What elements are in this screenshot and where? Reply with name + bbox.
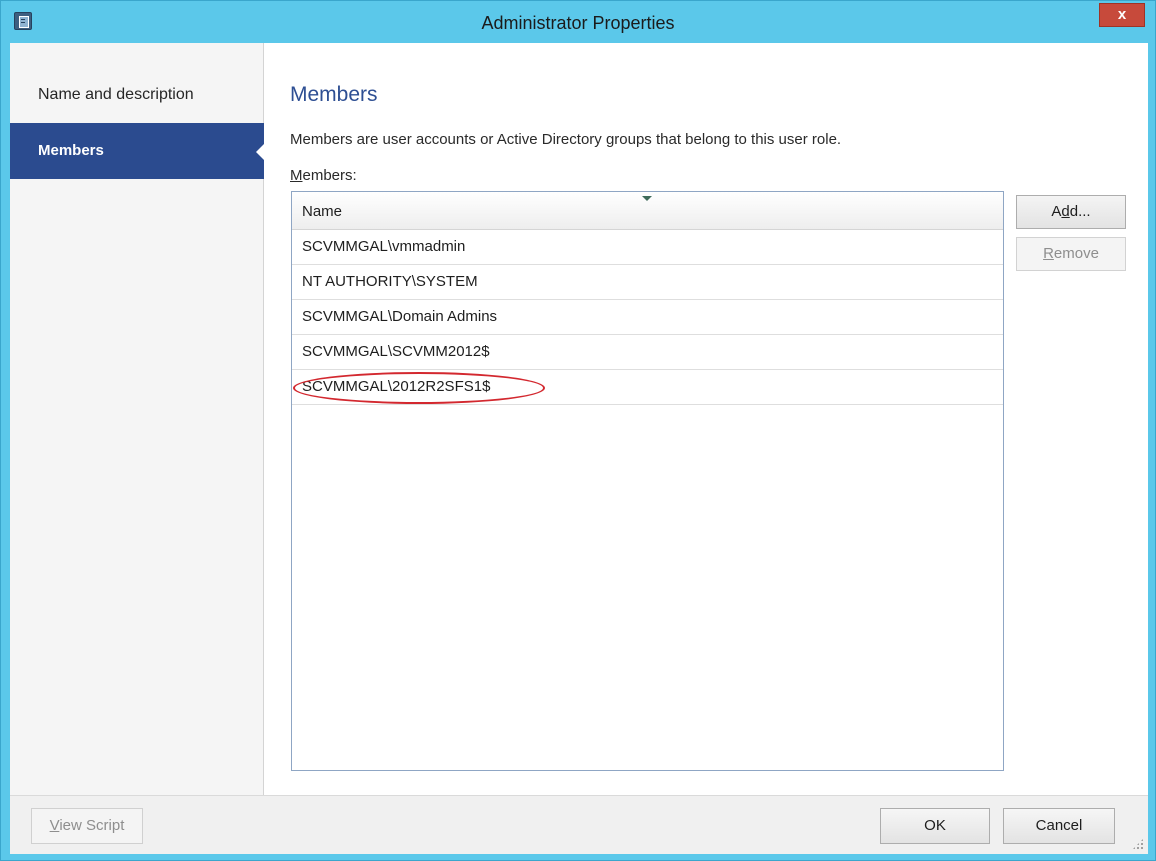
dialog-client-area: Name and description Members Members Mem…: [10, 43, 1148, 854]
table-row[interactable]: SCVMMGAL\Domain Admins: [292, 300, 1003, 335]
dialog-footer: View Script OK Cancel: [10, 795, 1148, 854]
dialog-window: Administrator Properties x Name and desc…: [0, 0, 1156, 861]
view-script-label: iew Script: [59, 817, 125, 834]
cancel-button[interactable]: Cancel: [1003, 808, 1115, 844]
resize-grip-icon[interactable]: [1132, 838, 1144, 850]
add-button-accelerator: d: [1061, 203, 1070, 220]
main-panel: Members Members are user accounts or Act…: [264, 43, 1148, 795]
column-header-name[interactable]: Name: [302, 203, 342, 220]
members-grid[interactable]: Name SCVMMGAL\vmmadmin NT AUTHORITY\SYST…: [291, 191, 1004, 771]
table-row[interactable]: SCVMMGAL\vmmadmin: [292, 230, 1003, 265]
sidebar-item-members[interactable]: Members: [10, 123, 265, 179]
remove-button-post: emove: [1053, 245, 1099, 262]
remove-button-accelerator: R: [1043, 245, 1054, 262]
table-row[interactable]: SCVMMGAL\SCVMM2012$: [292, 335, 1003, 370]
ok-button[interactable]: OK: [880, 808, 990, 844]
title-bar: Administrator Properties x: [1, 1, 1155, 43]
sidebar-nav: Name and description Members: [10, 43, 265, 795]
members-label-accelerator: M: [290, 167, 303, 184]
add-button-post: d...: [1069, 203, 1091, 220]
add-button-pre: A: [1051, 203, 1062, 220]
highlight-annotation: [293, 372, 545, 404]
members-label: Members:: [290, 167, 357, 184]
page-description: Members are user accounts or Active Dire…: [290, 131, 842, 148]
remove-button[interactable]: Remove: [1016, 237, 1126, 271]
sidebar-item-name-and-description[interactable]: Name and description: [10, 67, 264, 123]
view-script-button[interactable]: View Script: [31, 808, 143, 844]
page-title: Members: [290, 83, 378, 106]
add-button[interactable]: Add...: [1016, 195, 1126, 229]
grid-header[interactable]: Name: [292, 192, 1003, 230]
members-label-text: embers:: [302, 167, 357, 184]
close-button[interactable]: x: [1099, 3, 1145, 27]
view-script-accelerator: V: [49, 817, 60, 834]
sort-arrow-icon: [642, 196, 652, 201]
table-row[interactable]: NT AUTHORITY\SYSTEM: [292, 265, 1003, 300]
window-title: Administrator Properties: [481, 13, 675, 33]
